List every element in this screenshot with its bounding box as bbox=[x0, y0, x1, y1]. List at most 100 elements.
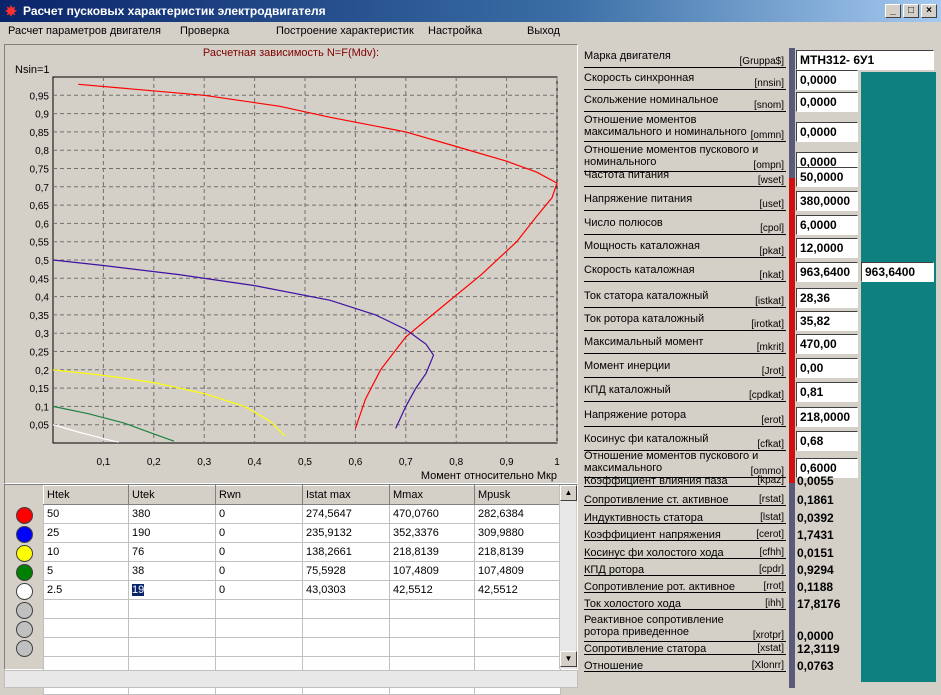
table-cell[interactable] bbox=[389, 599, 475, 619]
table-cell[interactable]: 5 bbox=[43, 561, 129, 581]
table-cell[interactable]: 380 bbox=[128, 504, 216, 524]
param-value-field[interactable]: 6,0000 bbox=[796, 215, 858, 235]
table-cell[interactable]: 76 bbox=[128, 542, 216, 562]
table-cell[interactable]: 19 bbox=[128, 580, 216, 600]
table-cell[interactable] bbox=[302, 637, 390, 657]
table-cell[interactable]: 50 bbox=[43, 504, 129, 524]
table-cell[interactable]: 0 bbox=[215, 504, 303, 524]
table-cell[interactable] bbox=[302, 599, 390, 619]
param-value-field[interactable]: 0,68 bbox=[796, 431, 858, 451]
table-cell[interactable]: 0 bbox=[215, 523, 303, 543]
scroll-down-button[interactable]: ▼ bbox=[560, 651, 577, 667]
param-value-field[interactable]: 218,0000 bbox=[796, 407, 858, 427]
table-cell[interactable]: 470,0760 bbox=[389, 504, 475, 524]
param-value-field[interactable]: 0,00 bbox=[796, 358, 858, 378]
table-cell[interactable]: 282,6384 bbox=[474, 504, 561, 524]
table-row[interactable]: 5 38 0 75,5928 107,4809 107,4809 bbox=[43, 561, 561, 581]
column-header[interactable]: Istat max bbox=[302, 485, 390, 505]
table-cell[interactable] bbox=[43, 637, 129, 657]
table-cell[interactable] bbox=[128, 637, 216, 657]
table-cell[interactable]: 75,5928 bbox=[302, 561, 390, 581]
table-row[interactable] bbox=[43, 637, 561, 657]
table-cell[interactable] bbox=[389, 637, 475, 657]
table-cell[interactable] bbox=[389, 618, 475, 638]
table-cell[interactable] bbox=[128, 618, 216, 638]
selected-cell-text[interactable]: 19 bbox=[132, 584, 145, 596]
table-row[interactable]: 10 76 0 138,2661 218,8139 218,8139 bbox=[43, 542, 561, 562]
menu-settings[interactable]: Настройка bbox=[428, 25, 482, 37]
table-row[interactable]: 25 190 0 235,9132 352,3376 309,9880 bbox=[43, 523, 561, 543]
param-value-field[interactable]: 0,0000 bbox=[796, 92, 858, 112]
table-vertical-scrollbar[interactable]: ▲ ▼ bbox=[559, 485, 577, 669]
menu-build-charts[interactable]: Построение характеристик bbox=[276, 25, 414, 37]
table-row[interactable] bbox=[43, 618, 561, 638]
column-header[interactable]: Mmax bbox=[389, 485, 475, 505]
series-color-indicator[interactable] bbox=[16, 621, 33, 638]
scroll-up-button[interactable]: ▲ bbox=[560, 485, 577, 501]
column-header[interactable]: Mpusk bbox=[474, 485, 561, 505]
param-extra-value-field[interactable]: 963,6400 bbox=[861, 262, 934, 282]
table-cell[interactable]: 43,0303 bbox=[302, 580, 390, 600]
table-cell[interactable]: 0 bbox=[215, 542, 303, 562]
series-color-indicator[interactable] bbox=[16, 526, 33, 543]
table-cell[interactable]: 190 bbox=[128, 523, 216, 543]
table-cell[interactable] bbox=[302, 618, 390, 638]
param-value-field[interactable]: МТН312- 6У1 bbox=[796, 50, 934, 70]
table-cell[interactable]: 10 bbox=[43, 542, 129, 562]
param-value-field[interactable]: 0,0000 bbox=[796, 122, 858, 142]
table-cell[interactable]: 0 bbox=[215, 561, 303, 581]
series-color-indicator[interactable] bbox=[16, 545, 33, 562]
table-cell[interactable]: 235,9132 bbox=[302, 523, 390, 543]
series-color-indicator[interactable] bbox=[16, 583, 33, 600]
table-cell[interactable]: 0 bbox=[215, 580, 303, 600]
column-header[interactable]: Rwn bbox=[215, 485, 303, 505]
table-cell[interactable] bbox=[474, 599, 561, 619]
table-cell[interactable]: 38 bbox=[128, 561, 216, 581]
menu-check[interactable]: Проверка bbox=[180, 25, 229, 37]
param-value-field[interactable]: 35,82 bbox=[796, 311, 858, 331]
param-value-field[interactable]: 470,00 bbox=[796, 334, 858, 354]
table-cell[interactable]: 274,5647 bbox=[302, 504, 390, 524]
table-row[interactable] bbox=[43, 599, 561, 619]
table-cell[interactable] bbox=[215, 599, 303, 619]
table-cell[interactable]: 2.5 bbox=[43, 580, 129, 600]
horizontal-scrollbar[interactable] bbox=[4, 670, 578, 688]
table-cell[interactable] bbox=[43, 618, 129, 638]
param-value-field[interactable]: 0,0000 bbox=[796, 70, 858, 90]
table-cell[interactable]: 309,9880 bbox=[474, 523, 561, 543]
minimize-button[interactable]: _ bbox=[885, 4, 901, 18]
series-color-indicator[interactable] bbox=[16, 602, 33, 619]
column-header[interactable]: Utek bbox=[128, 485, 216, 505]
table-cell[interactable] bbox=[474, 637, 561, 657]
param-value-field[interactable]: 50,0000 bbox=[796, 167, 858, 187]
table-cell[interactable] bbox=[215, 637, 303, 657]
table-cell[interactable]: 25 bbox=[43, 523, 129, 543]
table-cell[interactable]: 218,8139 bbox=[474, 542, 561, 562]
table-cell[interactable]: 42,5512 bbox=[474, 580, 561, 600]
table-cell[interactable] bbox=[474, 618, 561, 638]
menu-calc-params[interactable]: Расчет параметров двигателя bbox=[8, 25, 161, 37]
param-value-field[interactable]: 12,0000 bbox=[796, 238, 858, 258]
series-color-indicator[interactable] bbox=[16, 564, 33, 581]
table-cell[interactable]: 107,4809 bbox=[474, 561, 561, 581]
param-value-field[interactable]: 28,36 bbox=[796, 288, 858, 308]
table-cell[interactable]: 42,5512 bbox=[389, 580, 475, 600]
param-value-field[interactable]: 0,81 bbox=[796, 382, 858, 402]
table-cell[interactable]: 218,8139 bbox=[389, 542, 475, 562]
table-row[interactable]: 50 380 0 274,5647 470,0760 282,6384 bbox=[43, 504, 561, 524]
maximize-button[interactable]: □ bbox=[903, 4, 919, 18]
table-cell[interactable] bbox=[128, 599, 216, 619]
param-value-field[interactable]: 963,6400 bbox=[796, 262, 858, 282]
table-row[interactable]: 2.5 19 0 43,0303 42,5512 42,5512 bbox=[43, 580, 561, 600]
table-cell[interactable] bbox=[43, 599, 129, 619]
close-button[interactable]: × bbox=[921, 4, 937, 18]
menu-exit[interactable]: Выход bbox=[527, 25, 560, 37]
series-color-indicator[interactable] bbox=[16, 640, 33, 657]
series-color-indicator[interactable] bbox=[16, 507, 33, 524]
table-cell[interactable]: 352,3376 bbox=[389, 523, 475, 543]
table-cell[interactable] bbox=[215, 618, 303, 638]
table-cell[interactable]: 107,4809 bbox=[389, 561, 475, 581]
table-cell[interactable]: 138,2661 bbox=[302, 542, 390, 562]
param-value-field[interactable]: 380,0000 bbox=[796, 191, 858, 211]
column-header[interactable]: Htek bbox=[43, 485, 129, 505]
